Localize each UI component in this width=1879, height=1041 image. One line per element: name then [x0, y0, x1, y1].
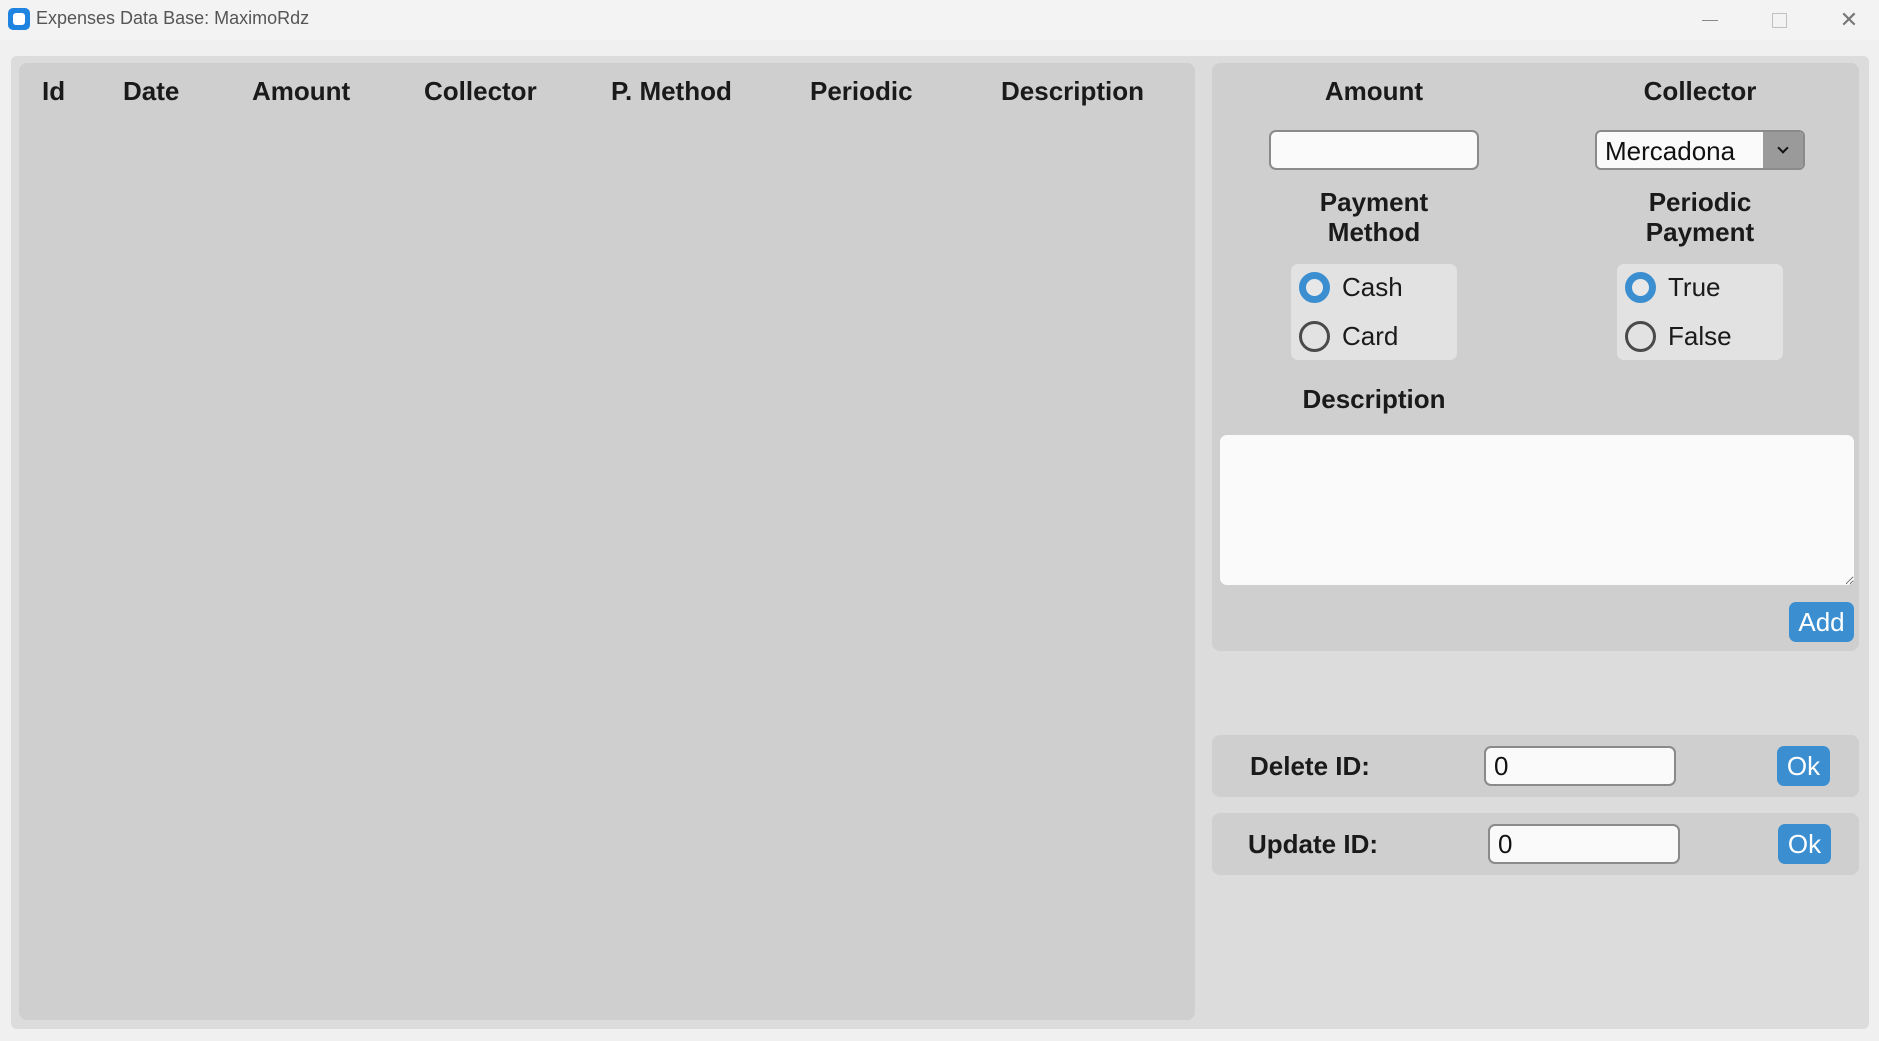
periodic-payment-label-line2: Payment	[1645, 217, 1755, 247]
maximize-button[interactable]	[1745, 0, 1813, 40]
column-header-date: Date	[123, 76, 180, 106]
amount-input[interactable]	[1269, 130, 1479, 170]
column-header-collector: Collector	[424, 76, 537, 106]
update-ok-button[interactable]: Ok	[1778, 824, 1831, 864]
column-header-periodic: Periodic	[810, 76, 913, 106]
radio-cash-indicator[interactable]	[1299, 272, 1330, 303]
update-id-label: Update ID:	[1248, 829, 1378, 859]
delete-ok-button[interactable]: Ok	[1777, 746, 1830, 786]
close-icon: ✕	[1839, 7, 1859, 32]
radio-card-label: Card	[1342, 321, 1399, 351]
payment-method-label-line1: Payment	[1319, 187, 1429, 217]
amount-label: Amount	[1324, 76, 1424, 106]
column-header-payment-method: P. Method	[611, 76, 732, 106]
collector-dropdown[interactable]: Mercadona	[1595, 130, 1805, 170]
column-header-id: Id	[42, 76, 66, 106]
radio-card[interactable]: Card	[1299, 321, 1398, 352]
radio-true-indicator[interactable]	[1625, 272, 1656, 303]
radio-card-indicator[interactable]	[1299, 321, 1330, 352]
chevron-down-icon	[1777, 142, 1789, 154]
radio-cash-label: Cash	[1342, 272, 1403, 302]
radio-cash[interactable]: Cash	[1299, 272, 1403, 303]
periodic-payment-label: Periodic Payment	[1600, 187, 1800, 247]
minimize-icon	[1702, 19, 1718, 21]
radio-true[interactable]: True	[1625, 272, 1721, 303]
payment-method-label: Payment Method	[1274, 187, 1474, 247]
dropdown-arrow-button[interactable]	[1763, 132, 1803, 168]
minimize-button[interactable]	[1676, 0, 1744, 40]
app-icon	[8, 8, 30, 30]
maximize-icon	[1771, 12, 1787, 28]
description-textarea[interactable]	[1220, 435, 1854, 585]
collector-selected-value: Mercadona	[1605, 136, 1736, 166]
collector-label: Collector	[1643, 76, 1757, 106]
column-header-description: Description	[1001, 76, 1145, 106]
radio-false-indicator[interactable]	[1625, 321, 1656, 352]
radio-false-label: False	[1668, 321, 1732, 351]
payment-method-label-line2: Method	[1327, 217, 1421, 247]
update-id-input[interactable]	[1488, 824, 1680, 864]
description-label: Description	[1302, 384, 1446, 414]
delete-id-input[interactable]	[1484, 746, 1676, 786]
radio-true-label: True	[1668, 272, 1721, 302]
expenses-table[interactable]	[19, 63, 1195, 1020]
radio-false[interactable]: False	[1625, 321, 1732, 352]
delete-id-label: Delete ID:	[1250, 751, 1370, 781]
close-button[interactable]: ✕	[1815, 0, 1879, 40]
periodic-payment-label-line1: Periodic	[1648, 187, 1752, 217]
window-title: Expenses Data Base: MaximoRdz	[36, 8, 310, 28]
add-button[interactable]: Add	[1789, 602, 1854, 642]
column-header-amount: Amount	[252, 76, 351, 106]
title-bar: Expenses Data Base: MaximoRdz ✕	[0, 0, 1879, 40]
